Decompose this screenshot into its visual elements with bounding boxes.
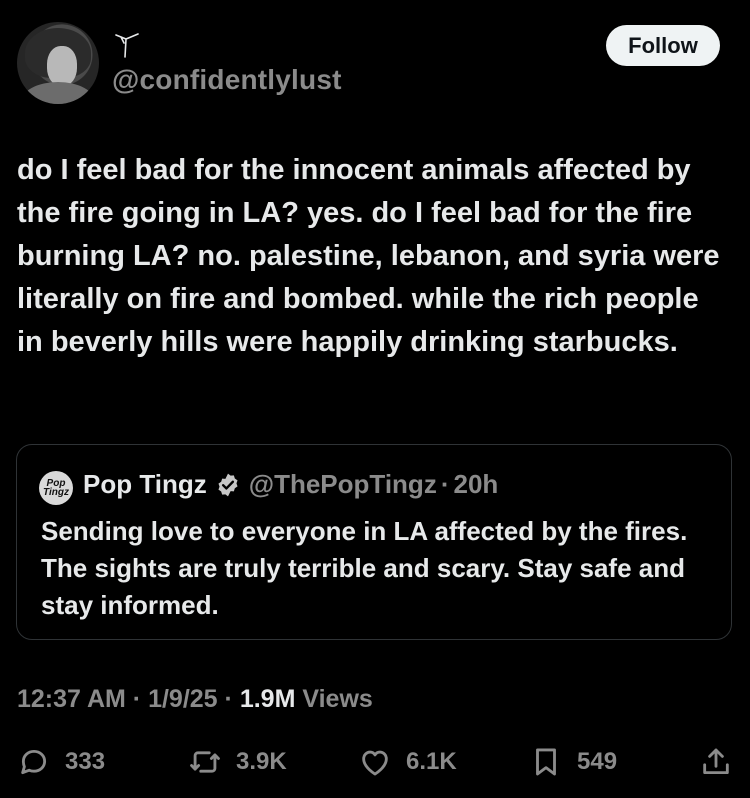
reply-button[interactable]: 333: [17, 742, 105, 782]
repost-button[interactable]: 3.9K: [188, 742, 287, 782]
views-count: 1.9M: [239, 685, 296, 713]
avatar-shoulder: [21, 82, 95, 104]
views-label: Views: [302, 685, 373, 713]
verified-badge-icon: [218, 473, 238, 496]
repost-count: 3.9K: [236, 748, 287, 775]
meta-separator: ·: [132, 685, 142, 713]
quote-separator: ·: [440, 469, 450, 499]
tweet-date[interactable]: 1/9/25: [148, 685, 218, 713]
quote-text: Sending love to everyone in LA affected …: [41, 516, 688, 620]
quote-header: Pop Tingz @ThePopTingz · 20h: [83, 469, 498, 500]
bookmark-count: 549: [577, 748, 618, 775]
meta-separator: ·: [224, 685, 233, 713]
tweet-text: do I feel bad for the innocent animals a…: [17, 154, 720, 358]
bookmark-button[interactable]: 549: [529, 742, 617, 782]
like-button[interactable]: 6.1K: [358, 742, 457, 782]
quote-author-handle[interactable]: @ThePopTingz: [249, 469, 437, 500]
bookmark-icon: [536, 748, 556, 776]
repost-icon: [190, 751, 220, 773]
follow-button[interactable]: Follow: [606, 25, 720, 66]
author-avatar[interactable]: [17, 22, 99, 104]
heart-icon: [362, 750, 388, 776]
share-button[interactable]: [699, 742, 733, 782]
display-name-glyph-icon[interactable]: [112, 30, 142, 60]
tweet-time[interactable]: 12:37 AM: [17, 685, 126, 713]
like-count: 6.1K: [406, 748, 457, 775]
avatar-face: [47, 46, 77, 86]
quote-author-name[interactable]: Pop Tingz: [83, 469, 207, 500]
quote-timestamp[interactable]: 20h: [454, 469, 499, 500]
tweet-meta: 12:37 AM · 1/9/25 · 1.9M Views: [17, 685, 373, 714]
quoted-tweet[interactable]: Pop Tingz Pop Tingz @ThePopTingz · 20h S…: [16, 444, 732, 640]
reply-icon: [21, 749, 47, 775]
author-handle[interactable]: @confidentlylust: [112, 64, 342, 96]
share-icon: [703, 748, 729, 775]
quote-avatar[interactable]: Pop Tingz: [39, 471, 73, 505]
reply-count: 333: [65, 748, 106, 775]
